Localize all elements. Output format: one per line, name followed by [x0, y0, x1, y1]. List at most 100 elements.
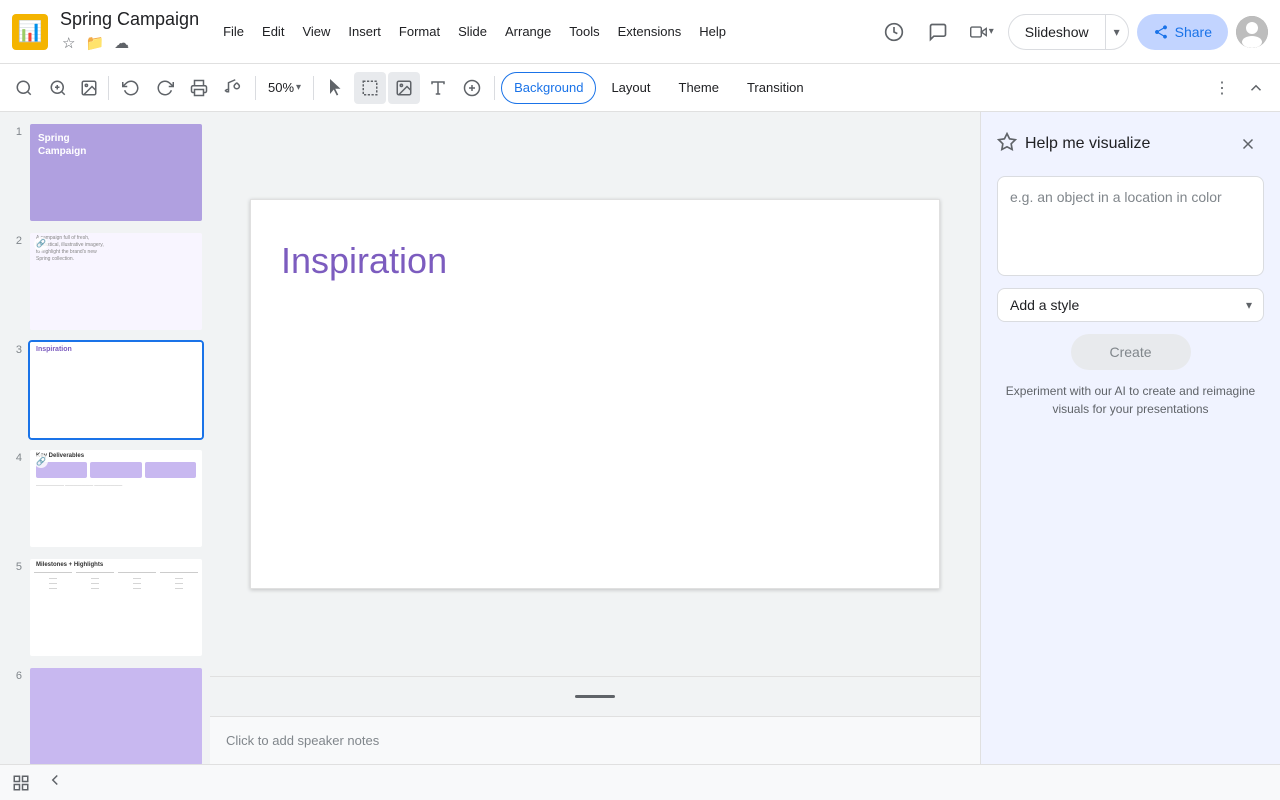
- redo-button[interactable]: [149, 72, 181, 104]
- create-button[interactable]: Create: [1071, 334, 1191, 370]
- toolbar-right: ⋮: [1206, 72, 1272, 104]
- top-bar: 📊 Spring Campaign ☆ 📁 ☁ File Edit View I…: [0, 0, 1280, 64]
- background-button[interactable]: Background: [501, 72, 596, 104]
- paint-format-button[interactable]: [217, 72, 249, 104]
- cloud-button[interactable]: ☁: [112, 32, 131, 54]
- title-area: Spring Campaign ☆ 📁 ☁: [60, 9, 199, 55]
- style-select[interactable]: Add a styleRealisticIllustratedAbstractW…: [997, 288, 1264, 322]
- slide-thumbnail[interactable]: [28, 666, 204, 764]
- slideshow-dropdown[interactable]: ▾: [1106, 15, 1128, 49]
- menu-format[interactable]: Format: [391, 20, 448, 43]
- toolbar-divider-4: [494, 76, 495, 100]
- panel-header: Help me visualize: [981, 112, 1280, 168]
- slide-5-heading: Milestones + Highlights: [30, 559, 202, 568]
- more-icon: ⋮: [1214, 78, 1230, 98]
- slide-canvas[interactable]: Inspiration: [250, 199, 940, 589]
- notes-bar[interactable]: Click to add speaker notes: [210, 716, 980, 764]
- zoom-value: 50%: [268, 80, 294, 95]
- transition-button[interactable]: Transition: [734, 72, 817, 104]
- select-area-button[interactable]: [354, 72, 386, 104]
- toolbar-divider-1: [108, 76, 109, 100]
- slide-number: 6: [6, 670, 22, 682]
- menu-tools[interactable]: Tools: [561, 20, 607, 43]
- slideshow-button-group: Slideshow ▾: [1008, 14, 1129, 50]
- undo-button[interactable]: [115, 72, 147, 104]
- more-options-button[interactable]: ⋮: [1206, 72, 1238, 104]
- tl-item-4: ——————: [160, 572, 198, 590]
- menu-help[interactable]: Help: [691, 20, 734, 43]
- slide-editor: Inspiration Click to add speaker notes: [210, 112, 980, 764]
- slide-thumbnail[interactable]: A campaign full of fresh,fantastical, il…: [28, 231, 204, 332]
- slide-item[interactable]: 2 A campaign full of fresh,fantastical, …: [4, 229, 206, 334]
- title-icons: ☆ 📁 ☁: [60, 32, 199, 54]
- style-select-wrapper: Add a styleRealisticIllustratedAbstractW…: [997, 288, 1264, 322]
- slide-number: 3: [6, 344, 22, 356]
- slide-canvas-area[interactable]: Inspiration: [210, 112, 980, 676]
- print-button[interactable]: [183, 72, 215, 104]
- menu-slide[interactable]: Slide: [450, 20, 495, 43]
- camera-button[interactable]: ▾: [964, 14, 1000, 50]
- slide-number: 1: [6, 126, 22, 138]
- star-button[interactable]: ☆: [60, 32, 77, 54]
- top-bar-right: ▾ Slideshow ▾ Share: [876, 14, 1268, 50]
- tl-item-3: ——————: [118, 572, 156, 590]
- comment-button[interactable]: [920, 14, 956, 50]
- panel-close-button[interactable]: [1232, 128, 1264, 160]
- slide-thumbnail[interactable]: Milestones + Highlights —————— —————— ——…: [28, 557, 204, 658]
- slideshow-button[interactable]: Slideshow: [1009, 15, 1105, 49]
- add-plus-button[interactable]: [456, 72, 488, 104]
- theme-button[interactable]: Theme: [666, 72, 732, 104]
- search-toolbar-button[interactable]: [8, 72, 40, 104]
- slide-item[interactable]: 5 Milestones + Highlights —————— —————— …: [4, 555, 206, 660]
- folder-button[interactable]: 📁: [83, 32, 106, 54]
- tl-item-2: ——————: [76, 572, 114, 590]
- thumb-box-3: [145, 462, 196, 478]
- share-button[interactable]: Share: [1137, 14, 1228, 50]
- zoom-in-button[interactable]: [42, 72, 74, 104]
- right-panel: Help me visualize e.g. an object in a lo…: [980, 112, 1280, 764]
- canvas-slide-title: Inspiration: [281, 240, 447, 282]
- slide-thumbnail-selected[interactable]: Inspiration: [28, 340, 204, 441]
- thumb-box-2: [90, 462, 141, 478]
- slide-thumbnail[interactable]: Key Deliverables ——————— ——————— ———————…: [28, 448, 204, 549]
- panel-title: Help me visualize: [1025, 135, 1224, 153]
- layout-button[interactable]: Layout: [598, 72, 663, 104]
- menu-arrange[interactable]: Arrange: [497, 20, 559, 43]
- zoom-selector[interactable]: 50% ▾: [262, 76, 307, 99]
- slide-item[interactable]: 6: [4, 664, 206, 764]
- editor-and-panel: Inspiration Click to add speaker notes H…: [210, 112, 1280, 764]
- menu-view[interactable]: View: [294, 20, 338, 43]
- app-icon: 📊: [12, 14, 48, 50]
- panel-footer-text: Experiment with our AI to create and rei…: [997, 382, 1264, 418]
- image-toolbar-button[interactable]: [388, 72, 420, 104]
- slide-6-purple: [30, 668, 202, 764]
- slide-progress-indicator: [575, 695, 615, 698]
- toolbar-divider-2: [255, 76, 256, 100]
- slide-panel: 1 SpringCampaign 2 A campaign full of fr…: [0, 112, 210, 764]
- slide-4-box-text: ——————— ——————— ———————: [30, 481, 202, 488]
- menu-edit[interactable]: Edit: [254, 20, 292, 43]
- menu-file[interactable]: File: [215, 20, 252, 43]
- collapse-panel-button[interactable]: [42, 767, 68, 798]
- menu-bar: File Edit View Insert Format Slide Arran…: [215, 20, 734, 43]
- collapse-toolbar-button[interactable]: [1240, 72, 1272, 104]
- slide-item[interactable]: 4 Key Deliverables ——————— ——————— —————…: [4, 446, 206, 551]
- slide-item[interactable]: 3 Inspiration: [4, 338, 206, 443]
- menu-extensions[interactable]: Extensions: [610, 20, 690, 43]
- slide-item[interactable]: 1 SpringCampaign: [4, 120, 206, 225]
- version-history-button[interactable]: [876, 14, 912, 50]
- zoom-chevron-icon: ▾: [296, 82, 301, 93]
- main-content: 1 SpringCampaign 2 A campaign full of fr…: [0, 112, 1280, 764]
- slide-thumbnail[interactable]: SpringCampaign: [28, 122, 204, 223]
- notes-placeholder: Click to add speaker notes: [226, 733, 379, 748]
- image-options-button[interactable]: [76, 72, 102, 104]
- toolbar-divider-3: [313, 76, 314, 100]
- slide-3-heading: Inspiration: [30, 342, 202, 355]
- user-avatar[interactable]: [1236, 16, 1268, 48]
- grid-view-button[interactable]: [8, 770, 34, 796]
- cursor-tool-button[interactable]: [320, 72, 352, 104]
- visualize-input[interactable]: e.g. an object in a location in color: [997, 176, 1264, 276]
- text-toolbar-button[interactable]: [422, 72, 454, 104]
- bottom-bar: [0, 764, 1280, 800]
- menu-insert[interactable]: Insert: [340, 20, 389, 43]
